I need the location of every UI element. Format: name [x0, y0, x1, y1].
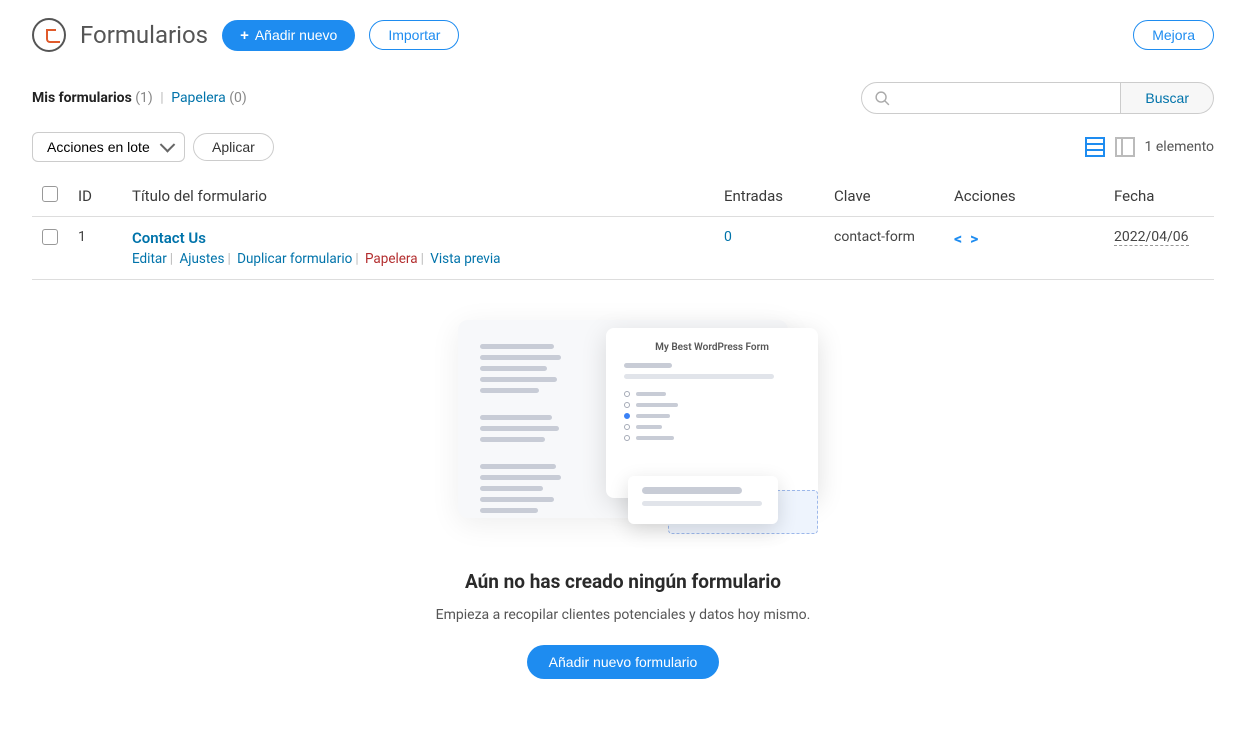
- form-date: 2022/04/06: [1114, 229, 1189, 246]
- col-entries[interactable]: Entradas: [714, 176, 824, 217]
- row-checkbox[interactable]: [42, 229, 58, 245]
- shortcode-icon[interactable]: < >: [954, 229, 980, 248]
- add-new-label: Añadir nuevo: [255, 27, 338, 43]
- form-key: contact-form: [824, 217, 944, 280]
- add-new-form-button[interactable]: Añadir nuevo formulario: [527, 645, 720, 679]
- empty-state-illustration: My Best WordPress Form: [458, 320, 788, 540]
- empty-state: My Best WordPress Form Aún no has creado…: [32, 280, 1214, 729]
- empty-state-title: Aún no has creado ningún formulario: [32, 570, 1214, 593]
- search-icon: [874, 90, 891, 107]
- entries-count-link[interactable]: 0: [724, 229, 732, 245]
- app-logo-icon: [32, 18, 66, 52]
- table-row: 1 Contact Us Editar| Ajustes| Duplicar f…: [32, 217, 1214, 280]
- trash-link[interactable]: Papelera: [365, 251, 418, 267]
- empty-state-subtitle: Empieza a recopilar clientes potenciales…: [32, 607, 1214, 623]
- search-form: Buscar: [861, 82, 1214, 114]
- bulk-actions-select[interactable]: Acciones en lote: [32, 132, 185, 162]
- preview-link[interactable]: Vista previa: [430, 251, 500, 267]
- add-new-button[interactable]: + Añadir nuevo: [222, 20, 355, 51]
- import-button[interactable]: Importar: [369, 20, 459, 50]
- col-id[interactable]: ID: [68, 176, 122, 217]
- apply-button[interactable]: Aplicar: [193, 133, 274, 161]
- col-actions[interactable]: Acciones: [944, 176, 1104, 217]
- my-forms-count: (1): [135, 90, 153, 106]
- form-title-link[interactable]: Contact Us: [132, 229, 206, 247]
- header: Formularios + Añadir nuevo Importar Mejo…: [32, 18, 1214, 52]
- list-view-icon[interactable]: [1085, 137, 1105, 157]
- my-forms-tab[interactable]: Mis formularios: [32, 90, 132, 106]
- col-key[interactable]: Clave: [824, 176, 944, 217]
- toolbar: Acciones en lote Aplicar 1 elemento: [32, 132, 1214, 162]
- duplicate-link[interactable]: Duplicar formulario: [237, 251, 352, 267]
- settings-link[interactable]: Ajustes: [179, 251, 224, 267]
- trash-tab[interactable]: Papelera: [171, 90, 226, 106]
- edit-link[interactable]: Editar: [132, 251, 167, 267]
- plus-icon: +: [240, 27, 249, 44]
- select-all-checkbox[interactable]: [42, 186, 58, 202]
- row-id: 1: [68, 217, 122, 280]
- page-title: Formularios: [80, 21, 208, 49]
- item-count-label: 1 elemento: [1145, 139, 1214, 155]
- col-date[interactable]: Fecha: [1104, 176, 1214, 217]
- trash-count: (0): [229, 90, 247, 106]
- search-button[interactable]: Buscar: [1121, 82, 1214, 114]
- search-input[interactable]: [891, 86, 1108, 110]
- col-title[interactable]: Título del formulario: [122, 176, 714, 217]
- sub-navigation: Mis formularios (1) | Papelera (0) Busca…: [32, 82, 1214, 114]
- forms-table: ID Título del formulario Entradas Clave …: [32, 176, 1214, 280]
- grid-view-icon[interactable]: [1115, 137, 1135, 157]
- upgrade-button[interactable]: Mejora: [1133, 20, 1214, 50]
- row-actions: Editar| Ajustes| Duplicar formulario| Pa…: [132, 251, 704, 267]
